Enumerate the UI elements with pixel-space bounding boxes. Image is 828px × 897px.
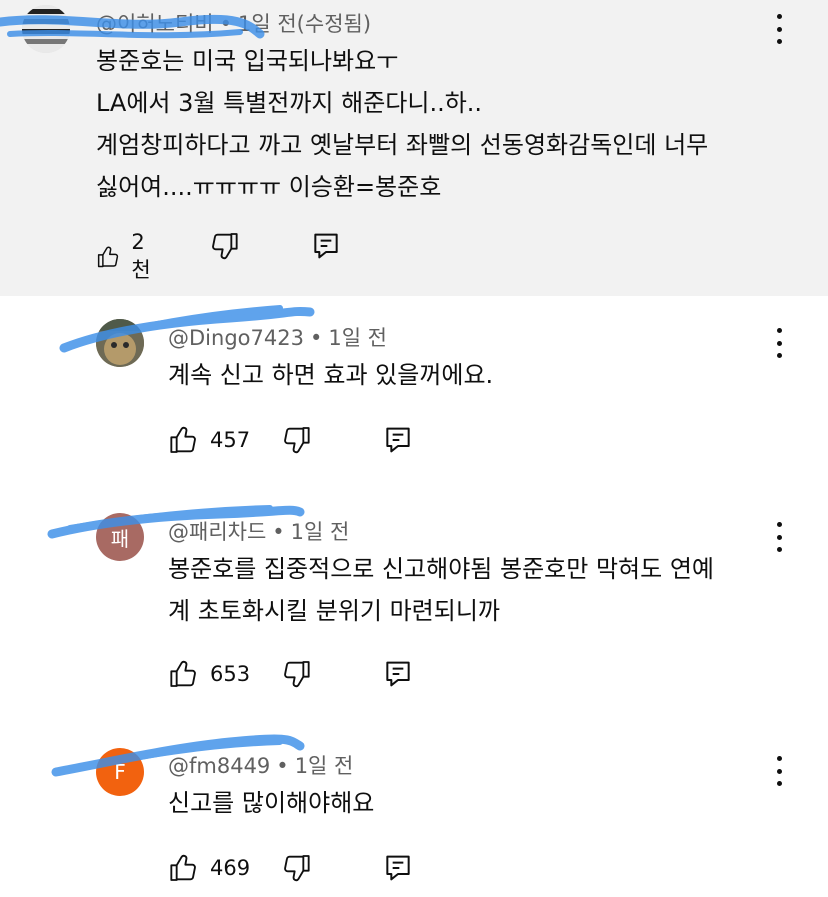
thumbs-up-icon bbox=[96, 241, 121, 273]
more-actions-button[interactable] bbox=[774, 756, 784, 786]
comment-time[interactable]: 1일 전 bbox=[291, 520, 350, 544]
comment-time[interactable]: 1일 전 bbox=[328, 326, 387, 350]
avatar[interactable] bbox=[22, 5, 70, 53]
avatar[interactable] bbox=[96, 319, 144, 367]
avatar[interactable]: 패 bbox=[96, 513, 144, 561]
thumbs-up-icon bbox=[168, 424, 200, 456]
like-button[interactable]: 457 bbox=[168, 424, 250, 456]
thumbs-down-icon bbox=[280, 658, 312, 690]
author-handle[interactable]: @Dingo7423 bbox=[168, 326, 304, 350]
comment-line: 봉준호는 미국 입국되나봐요ㅜ bbox=[96, 40, 708, 82]
comment-line: 봉준호를 집중적으로 신고해야됨 봉준호만 막혀도 연예 bbox=[168, 548, 714, 590]
comment-line: 계 초토화시킬 분위기 마련되니까 bbox=[168, 590, 714, 632]
like-count: 457 bbox=[210, 428, 250, 452]
comment-time[interactable]: 1일 전(수정됨) bbox=[238, 12, 371, 36]
reply-button[interactable] bbox=[310, 230, 342, 262]
reply-icon bbox=[382, 658, 414, 690]
dislike-button[interactable] bbox=[280, 852, 312, 884]
comment-meta: @fm8449•1일 전 bbox=[168, 750, 353, 780]
thumbs-down-icon bbox=[208, 230, 240, 262]
like-count: 2천 bbox=[131, 230, 157, 284]
reply-icon bbox=[310, 230, 342, 262]
more-vertical-icon bbox=[777, 756, 782, 761]
like-button[interactable]: 469 bbox=[168, 852, 250, 884]
more-vertical-icon bbox=[777, 14, 782, 19]
comment-meta: @Dingo7423•1일 전 bbox=[168, 322, 387, 352]
like-count: 469 bbox=[210, 856, 250, 880]
like-button[interactable]: 2천 bbox=[96, 230, 157, 284]
comment-meta: @이허노티비•1일 전(수정됨) bbox=[96, 8, 371, 38]
more-vertical-icon bbox=[777, 522, 782, 527]
comment-text: 계속 신고 하면 효과 있을꺼에요. bbox=[168, 354, 493, 396]
like-count: 653 bbox=[210, 662, 250, 686]
comment-text: 봉준호는 미국 입국되나봐요ㅜ LA에서 3월 특별전까지 해준다니..하.. … bbox=[96, 40, 708, 208]
reply-icon bbox=[382, 424, 414, 456]
avatar-letter: 패 bbox=[111, 523, 129, 552]
more-actions-button[interactable] bbox=[774, 328, 784, 358]
dislike-button[interactable] bbox=[208, 230, 240, 262]
more-vertical-icon bbox=[777, 328, 782, 333]
more-actions-button[interactable] bbox=[774, 14, 784, 44]
comment-text: 신고를 많이해야해요 bbox=[168, 782, 374, 824]
comment-line: 계속 신고 하면 효과 있을꺼에요. bbox=[168, 354, 493, 396]
comment-line: 싫어여....ㅠㅠㅠㅠ 이승환=봉준호 bbox=[96, 166, 708, 208]
reply-icon bbox=[382, 852, 414, 884]
author-handle[interactable]: @이허노티비 bbox=[96, 12, 214, 36]
author-handle[interactable]: @패리차드 bbox=[168, 520, 266, 544]
dislike-button[interactable] bbox=[280, 658, 312, 690]
comment-line: 계엄창피하다고 까고 옛날부터 좌빨의 선동영화감독인데 너무 bbox=[96, 124, 708, 166]
thumbs-up-icon bbox=[168, 658, 200, 690]
more-actions-button[interactable] bbox=[774, 522, 784, 552]
comment-line: 신고를 많이해야해요 bbox=[168, 782, 374, 824]
reply-button[interactable] bbox=[382, 424, 414, 456]
comment-time[interactable]: 1일 전 bbox=[295, 754, 354, 778]
comment-text: 봉준호를 집중적으로 신고해야됨 봉준호만 막혀도 연예 계 초토화시킬 분위기… bbox=[168, 548, 714, 632]
author-handle[interactable]: @fm8449 bbox=[168, 754, 270, 778]
thumbs-down-icon bbox=[280, 852, 312, 884]
avatar-photo-image bbox=[96, 319, 144, 367]
like-button[interactable]: 653 bbox=[168, 658, 250, 690]
avatar-letter: F bbox=[114, 760, 126, 784]
avatar-stripes-image bbox=[22, 5, 70, 53]
reply-button[interactable] bbox=[382, 658, 414, 690]
comment-line: LA에서 3월 특별전까지 해준다니..하.. bbox=[96, 82, 708, 124]
avatar[interactable]: F bbox=[96, 748, 144, 796]
comment-meta: @패리차드•1일 전 bbox=[168, 516, 349, 546]
reply-button[interactable] bbox=[382, 852, 414, 884]
thumbs-down-icon bbox=[280, 424, 312, 456]
dislike-button[interactable] bbox=[280, 424, 312, 456]
thumbs-up-icon bbox=[168, 852, 200, 884]
